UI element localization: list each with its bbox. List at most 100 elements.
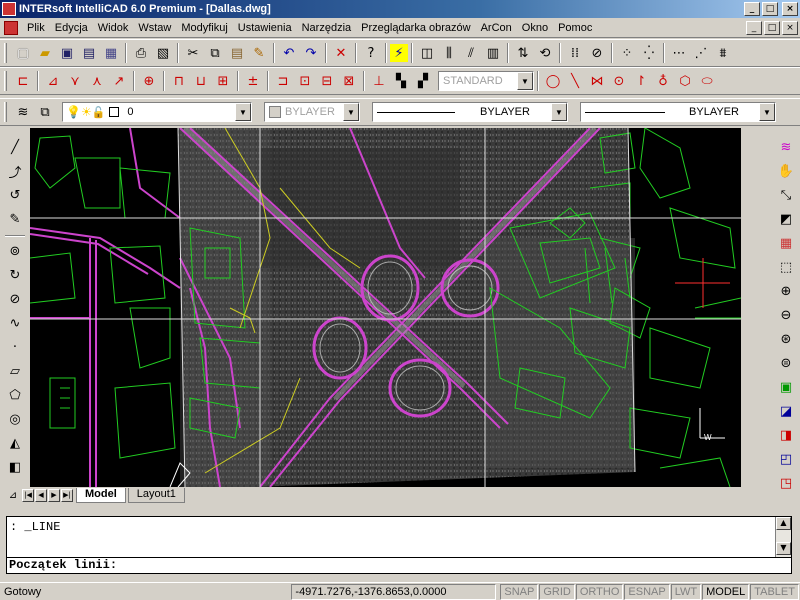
- zoom-previous-icon[interactable]: ⊜: [775, 352, 797, 374]
- circle-icon[interactable]: ◯: [542, 70, 564, 92]
- menu-okno[interactable]: Okno: [517, 22, 553, 34]
- esnap-toggle[interactable]: ESNAP: [624, 583, 670, 600]
- bulb-icon[interactable]: 💡: [66, 105, 81, 119]
- view-icon-5[interactable]: ◳: [775, 472, 797, 494]
- arc-icon[interactable]: ↾: [630, 70, 652, 92]
- tab-prev-icon[interactable]: ◀: [35, 488, 47, 502]
- textstyle-select[interactable]: STANDARD ▼: [438, 71, 534, 91]
- point-tool-icon[interactable]: ·: [4, 336, 26, 358]
- zoom-all-icon[interactable]: ⊛: [775, 328, 797, 350]
- donut-icon[interactable]: ♁: [652, 70, 674, 92]
- layers-colors-icon[interactable]: ≋: [775, 136, 797, 158]
- mirror-icon[interactable]: ⇅: [512, 42, 534, 64]
- print-preview-icon[interactable]: ▧: [152, 42, 174, 64]
- dim-leader-icon[interactable]: ↗: [108, 70, 130, 92]
- app-icon[interactable]: [2, 2, 16, 16]
- raster-icon-2[interactable]: ⫼: [438, 42, 460, 64]
- command-prompt[interactable]: Początek linii:: [6, 558, 792, 574]
- menu-edycja[interactable]: Edycja: [50, 22, 93, 34]
- tab-model[interactable]: Model: [76, 487, 126, 503]
- image-icon[interactable]: ⚡: [390, 44, 408, 62]
- color-select[interactable]: BYLAYER ▼: [264, 102, 360, 122]
- center-mark-icon[interactable]: ⊕: [138, 70, 160, 92]
- dim-style-2-icon[interactable]: ▚: [390, 70, 412, 92]
- save-all-icon[interactable]: ▤: [78, 42, 100, 64]
- chevron-down-icon[interactable]: ▼: [343, 103, 359, 121]
- circle-tool-icon[interactable]: ⊚: [4, 240, 26, 262]
- command-scrollbar[interactable]: ▲ ▼: [775, 517, 791, 557]
- view-icon-1[interactable]: ▣: [775, 376, 797, 398]
- dim-diameter-icon[interactable]: ⋏: [86, 70, 108, 92]
- polygon-tool-icon[interactable]: ⬠: [4, 384, 26, 406]
- dim-angular-icon[interactable]: ⊿: [42, 70, 64, 92]
- snap-toggle[interactable]: SNAP: [500, 583, 539, 600]
- view-icon-3[interactable]: ◨: [775, 424, 797, 446]
- tab-first-icon[interactable]: |◀: [22, 488, 34, 502]
- hatch-icon[interactable]: ⩩: [712, 42, 734, 64]
- freehand-tool-icon[interactable]: ✎: [4, 208, 26, 230]
- points-icon[interactable]: ⁘: [616, 42, 638, 64]
- menu-arcon[interactable]: ArCon: [476, 22, 517, 34]
- polyline-tool-icon[interactable]: ⤴: [4, 160, 26, 182]
- drawing-canvas[interactable]: W: [30, 128, 741, 487]
- dim-radius-icon[interactable]: ⋎: [64, 70, 86, 92]
- chevron-down-icon[interactable]: ▼: [235, 103, 251, 121]
- menu-przegladarka[interactable]: Przeglądarka obrazów: [356, 22, 475, 34]
- layer-previous-icon[interactable]: ⧉: [34, 101, 56, 123]
- tab-layout1[interactable]: Layout1: [127, 487, 185, 503]
- zoom-window-icon[interactable]: ◩: [775, 208, 797, 230]
- delete-icon[interactable]: ✕: [330, 42, 352, 64]
- rectangle-tool-icon[interactable]: ▱: [4, 360, 26, 382]
- grid-toggle[interactable]: GRID: [539, 583, 575, 600]
- close-button[interactable]: ×: [782, 2, 798, 16]
- grid-dots-icon[interactable]: ⁛: [638, 42, 660, 64]
- dim-baseline-icon[interactable]: ⊓: [168, 70, 190, 92]
- doc-restore-button[interactable]: □: [764, 20, 780, 35]
- view-icon-4[interactable]: ◰: [775, 448, 797, 470]
- command-history[interactable]: : _LINE ▲ ▼: [6, 516, 792, 558]
- maximize-button[interactable]: □: [762, 2, 778, 16]
- tablet-toggle[interactable]: TABLET: [750, 583, 799, 600]
- zoom-out-icon[interactable]: ⊖: [775, 304, 797, 326]
- menu-narzedzia[interactable]: Narzędzia: [297, 22, 357, 34]
- menu-modyfikuj[interactable]: Modyfikuj: [176, 22, 232, 34]
- trim-icon[interactable]: ⋈: [586, 70, 608, 92]
- arc-tool-icon[interactable]: ↺: [4, 184, 26, 206]
- tab-last-icon[interactable]: ▶|: [61, 488, 73, 502]
- polygon-icon[interactable]: ⬡: [674, 70, 696, 92]
- circle-center-icon[interactable]: ⊙: [608, 70, 630, 92]
- raster-icon-4[interactable]: ▥: [482, 42, 504, 64]
- match-properties-icon[interactable]: ✎: [248, 42, 270, 64]
- scroll-down-icon[interactable]: ▼: [776, 542, 791, 555]
- scroll-up-icon[interactable]: ▲: [776, 517, 791, 530]
- dim-style-icon[interactable]: ⊥: [368, 70, 390, 92]
- dim-ordinate-icon[interactable]: ⊞: [212, 70, 234, 92]
- raster-icon-3[interactable]: ⫽: [460, 42, 482, 64]
- dim-edit-icon[interactable]: ⊐: [272, 70, 294, 92]
- zoom-extents-icon[interactable]: ⬚: [775, 256, 797, 278]
- color-palette-icon[interactable]: ▦: [775, 232, 797, 254]
- layer-select[interactable]: 💡 ☀ 🔓 0 ▼: [62, 102, 252, 122]
- minimize-button[interactable]: _: [744, 2, 760, 16]
- redo-icon[interactable]: ↷: [300, 42, 322, 64]
- help-icon[interactable]: ?: [360, 42, 382, 64]
- dim-override-icon[interactable]: ⊠: [338, 70, 360, 92]
- print-icon[interactable]: ⎙: [130, 42, 152, 64]
- dim-linear-icon[interactable]: ⊏: [12, 70, 34, 92]
- columns-icon[interactable]: ⁞⁞: [564, 42, 586, 64]
- zoom-in-icon[interactable]: ⊕: [775, 280, 797, 302]
- menu-widok[interactable]: Widok: [93, 22, 134, 34]
- ortho-toggle[interactable]: ORTHO: [575, 583, 624, 600]
- rotate-image-icon[interactable]: ⟲: [534, 42, 556, 64]
- ucs-corner-icon[interactable]: ⊿: [5, 487, 21, 503]
- dim-style-3-icon[interactable]: ▞: [412, 70, 434, 92]
- chevron-down-icon[interactable]: ▼: [759, 103, 775, 121]
- solid-tool-icon[interactable]: ◧: [4, 456, 26, 478]
- explorer-icon[interactable]: ▦: [100, 42, 122, 64]
- revcloud-tool-icon[interactable]: ↻: [4, 264, 26, 286]
- lock-icon[interactable]: 🔓: [92, 106, 106, 119]
- open-icon[interactable]: ▰: [34, 42, 56, 64]
- spline-tool-icon[interactable]: ∿: [4, 312, 26, 334]
- sun-icon[interactable]: ☀: [81, 105, 92, 119]
- menu-pomoc[interactable]: Pomoc: [553, 22, 597, 34]
